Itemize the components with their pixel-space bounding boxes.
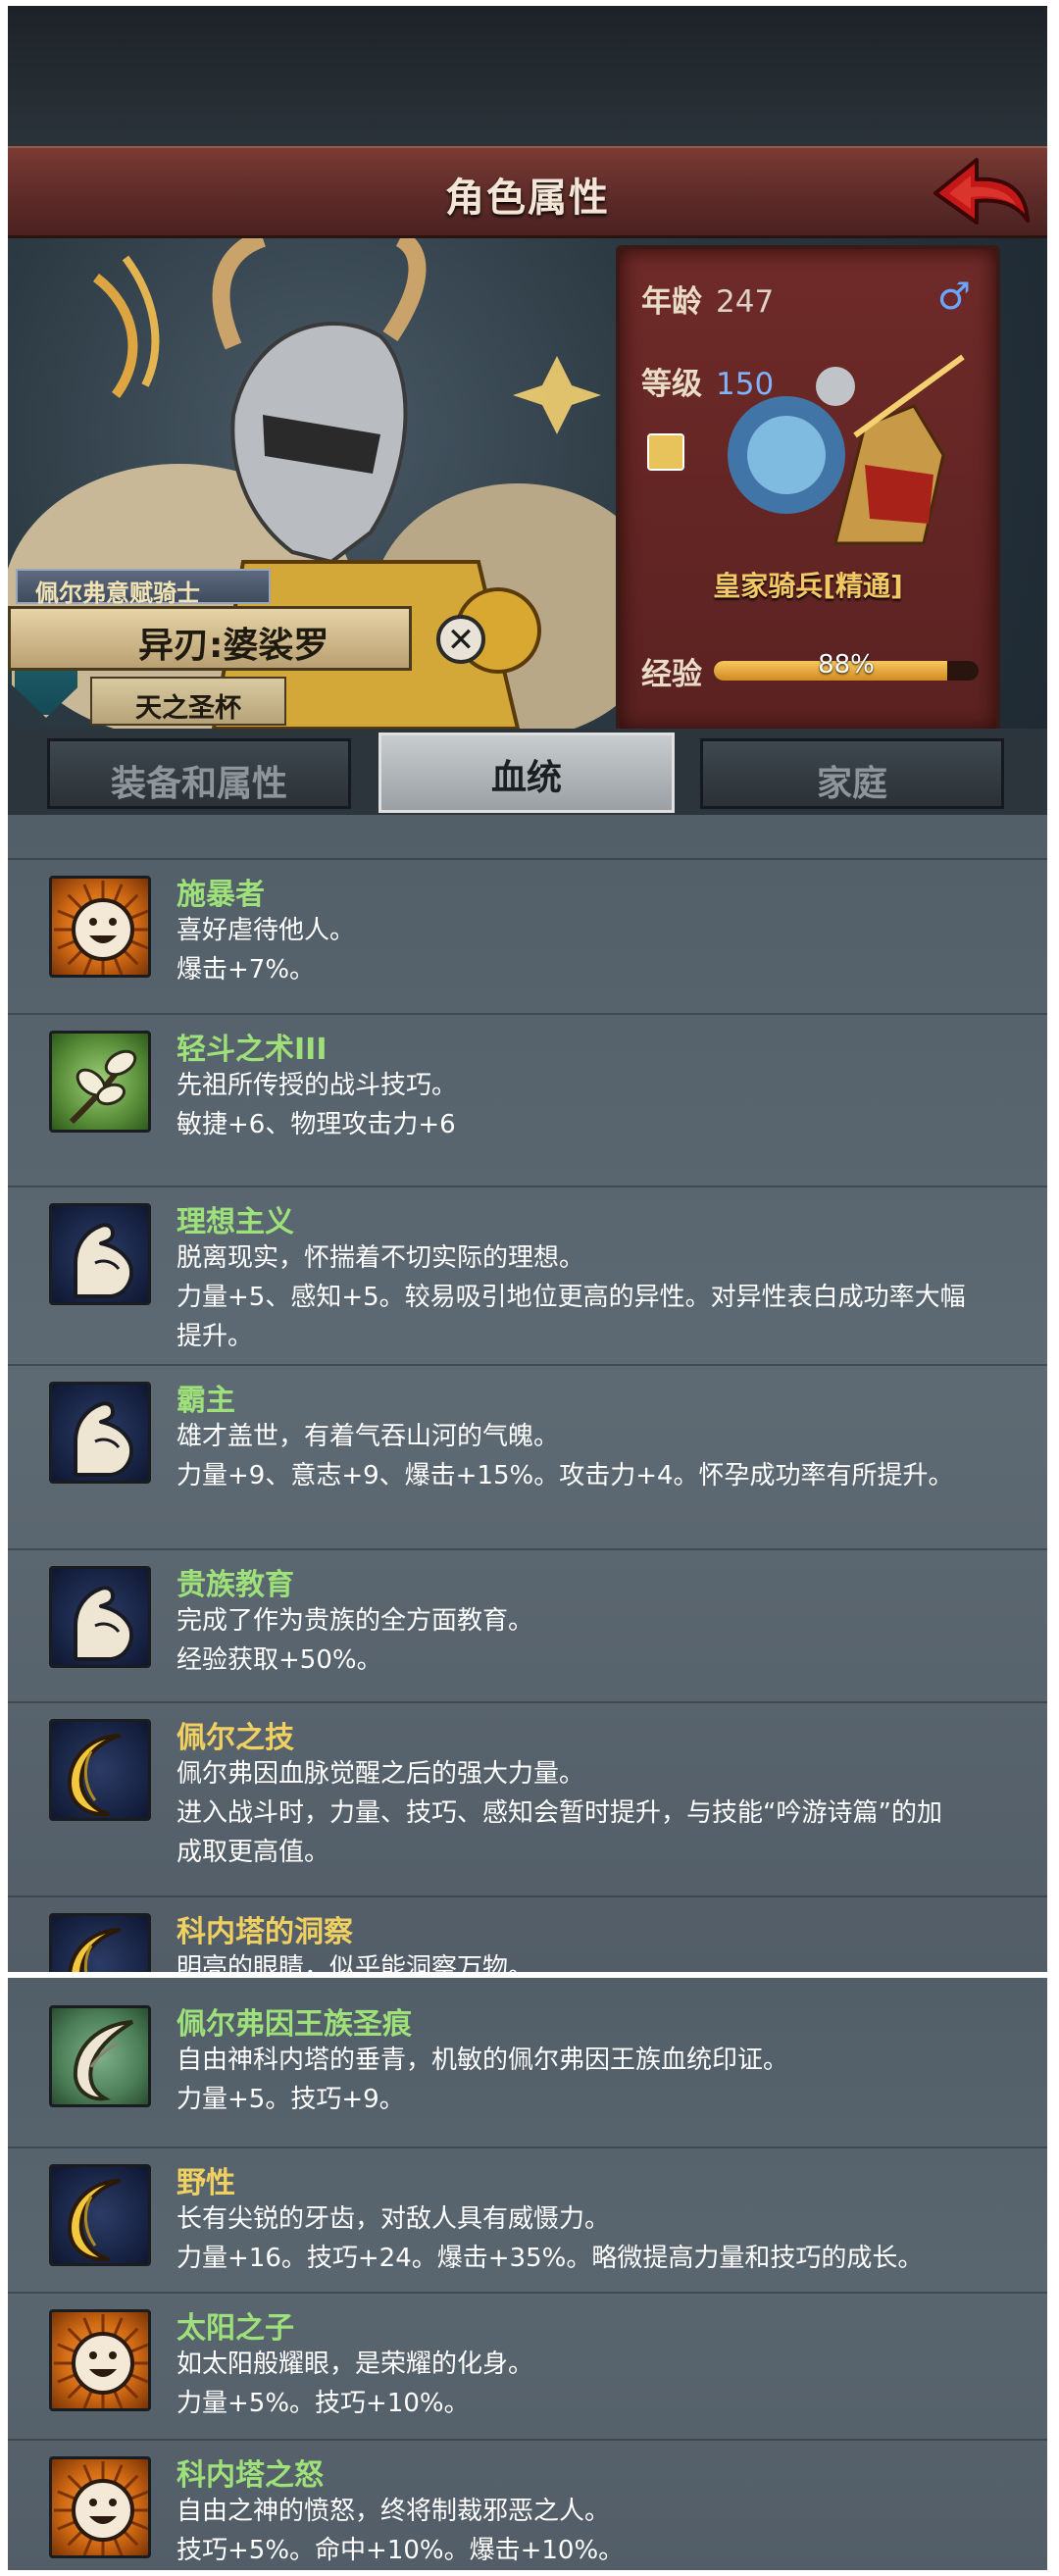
trait-name: 佩尔之技 [176,1721,294,1755]
title-label: 佩尔弗意赋骑士 [35,580,200,607]
back-arrow-icon [933,158,1030,225]
trait-description: 雄才盖世，有着气吞山河的气魄。 [176,1422,560,1451]
stats-panel: 年龄 247 ♂ 等级 150 皇家骑兵[精通] 经验 88% [616,245,1000,733]
crescent-moon-icon [49,1719,151,1821]
back-button[interactable] [930,154,1032,232]
trait-name: 理想主义 [176,1205,294,1239]
trait-row[interactable]: 施暴者喜好虐待他人。 爆击+7%。 [8,860,1047,1015]
trait-name: 霸主 [176,1384,235,1418]
trait-list[interactable]: 施暴者喜好虐待他人。 爆击+7%。轻斗之术III 先祖所传授的战斗技巧。 敏捷+6、物… [8,815,1047,2061]
trait-description: 脱离现实，怀揣着不切实际的理想。 [176,1243,585,1273]
sub-title-plate: 天之圣杯 [90,677,286,726]
flexed-arm-icon [49,1382,151,1484]
age-value: 247 [716,284,775,320]
trait-row[interactable]: 贵族教育完成了作为贵族的全方面教育。 经验获取+50%。 [8,1550,1047,1703]
trait-description: 长有尖锐的牙齿，对敌人具有威慑力。 [176,2204,611,2234]
trait-description: 如太阳般耀眼，是荣耀的化身。 [176,2349,534,2379]
trait-row[interactable]: 野性长有尖锐的牙齿，对敌人具有威慑力。力量+16。技巧+24。爆击+35%。略微… [8,2148,1047,2294]
tab-equipment[interactable]: 装备和属性 [47,738,351,809]
trait-description: 经验获取+50%。 [176,1645,382,1675]
tab-bloodline[interactable]: 血统 [378,732,675,813]
crescent-moon-icon [49,2164,151,2266]
sub-title: 天之圣杯 [135,693,241,724]
trait-row[interactable]: 科内塔之怒自由之神的愤怒，终将制裁邪恶之人。 技巧+5%。命中+10%。爆击+10… [8,2441,1047,2570]
trait-name: 施暴者 [176,878,265,912]
trait-description: 佩尔弗因血脉觉醒之后的强大力量。 [176,1759,585,1789]
smiley-icon [49,876,151,978]
flexed-arm-icon [49,1566,151,1668]
trait-row[interactable]: 轻斗之术III 先祖所传授的战斗技巧。 敏捷+6、物理攻击力+6 [8,1015,1047,1187]
trait-description: 力量+9、意志+9、爆击+15%。攻击力+4。怀孕成功率有所提升。 [176,1461,954,1490]
top-bar [8,6,1047,146]
exp-label: 经验 [641,657,702,692]
trait-row[interactable]: 霸主雄才盖世，有着气吞山河的气魄。力量+9、意志+9、爆击+15%。攻击力+4。… [8,1366,1047,1550]
trait-description: 先祖所传授的战斗技巧。 [176,1071,458,1100]
tab-bar: 装备和属性 血统 家庭 [8,729,1047,815]
flexed-arm-icon [49,1203,151,1305]
age-label: 年龄 [641,284,702,320]
close-icon: ✕ [446,621,476,660]
close-button[interactable]: ✕ [436,615,485,664]
trait-description: 技巧+5%。命中+10%。爆击+10%。 [176,2536,625,2565]
trait-row-partial [8,815,1047,860]
trait-name: 科内塔的洞察 [176,1915,353,1949]
trait-name: 野性 [176,2166,235,2200]
male-icon: ♂ [936,275,971,318]
trait-row[interactable]: 理想主义脱离现实，怀揣着不切实际的理想。力量+5、感知+5。较易吸引地位更高的异… [8,1187,1047,1366]
name-plate: 异刃:婆裟罗 [8,606,412,671]
trait-description: 力量+16。技巧+24。爆击+35%。略微提高力量和技巧的成长。 [176,2244,924,2273]
trait-name: 佩尔弗因王族圣痕 [176,2007,412,2042]
level-label: 等级 [641,367,702,402]
trait-row[interactable]: 佩尔弗因王族圣痕自由神科内塔的垂青，机敏的佩尔弗因王族血统印证。 力量+5。技巧+… [8,1990,1047,2148]
title-plate: 佩尔弗意赋骑士 [16,569,271,607]
trait-description: 自由之神的愤怒，终将制裁邪恶之人。 [176,2497,611,2526]
trait-description: 完成了作为贵族的全方面教育。 [176,1606,534,1636]
trait-description: 成取更高值。 [176,1838,330,1867]
trait-description: 敏捷+6、物理攻击力+6 [176,1110,456,1139]
title-bar: 角色属性 [8,146,1047,238]
exp-value: 88% [818,650,875,680]
trait-description: 自由神科内塔的垂青，机敏的佩尔弗因王族血统印证。 [176,2046,789,2075]
smiley-icon [49,2309,151,2411]
trait-description: 喜好虐待他人。 [176,916,356,945]
horn-icon [49,2005,151,2107]
page-title: 角色属性 [445,176,610,221]
trait-description: 进入战斗时，力量、技巧、感知会暂时提升，与技能“吟游诗篇”的加 [176,1798,942,1828]
leaf-branch-icon [49,1031,151,1133]
trait-list-continued[interactable]: 佩尔弗因王族圣痕自由神科内塔的垂青，机敏的佩尔弗因王族血统印证。 力量+5。技巧+… [8,1978,1047,2570]
trait-name: 轻斗之术III [176,1033,328,1067]
class-badge-icon [647,433,684,471]
cavalry-unit-icon [728,354,965,545]
trait-row[interactable]: 太阳之子 如太阳般耀眼，是荣耀的化身。 力量+5%。技巧+10%。 [8,2294,1047,2441]
age-row: 年龄 247 [641,277,774,321]
character-name: 异刃:婆裟罗 [138,626,329,666]
tab-family[interactable]: 家庭 [700,738,1004,809]
unit-name: 皇家骑兵[精通] [713,570,903,602]
trait-description: 力量+5、感知+5。较易吸引地位更高的异性。对异性表白成功率大幅 [176,1283,966,1312]
trait-name: 科内塔之怒 [176,2458,324,2493]
trait-row[interactable]: 佩尔之技佩尔弗因血脉觉醒之后的强大力量。进入战斗时，力量、技巧、感知会暂时提升，… [8,1703,1047,1897]
smiley-icon [49,2456,151,2558]
trait-name: 贵族教育 [176,1568,294,1602]
trait-description: 力量+5。技巧+9。 [176,2085,405,2114]
trait-description: 提升。 [176,1322,254,1351]
trait-name: 太阳之子 [176,2311,294,2346]
trait-description: 爆击+7%。 [176,955,316,985]
trait-description: 力量+5%。技巧+10%。 [176,2389,470,2418]
